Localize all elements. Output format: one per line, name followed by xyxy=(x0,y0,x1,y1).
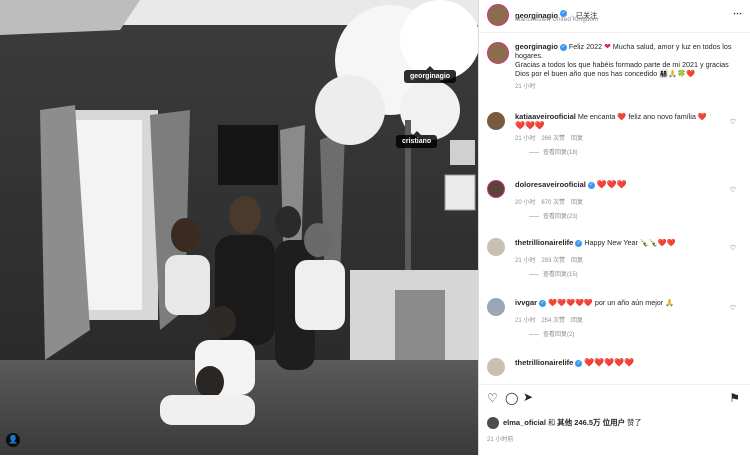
commenter-avatar[interactable] xyxy=(487,180,505,198)
caption: georginagio ✓ Feliz 2022 ❤ Mucha salud, a… xyxy=(487,42,742,90)
view-replies-button[interactable]: 查看回复(23) xyxy=(529,211,742,220)
verified-badge-icon: ✓ xyxy=(587,181,595,189)
comment-likes[interactable]: 293 次赞 xyxy=(541,258,565,264)
commenter-username[interactable]: ivvgar xyxy=(515,298,537,307)
commenter-avatar[interactable] xyxy=(487,238,505,256)
comment-text: Me encanta ❤️ feliz ano novo família ❤️ xyxy=(577,112,707,121)
liker-avatar[interactable] xyxy=(487,417,499,429)
view-replies-button[interactable]: 查看回复(18) xyxy=(529,147,742,156)
commenter-avatar[interactable] xyxy=(487,358,505,376)
comment-time: 20 小时 xyxy=(515,200,536,206)
likes-count[interactable]: 其他 246.5万 位用户 xyxy=(557,418,625,427)
user-tag-icon[interactable]: 👤 xyxy=(6,433,20,447)
comment-text: ❤️❤️❤️❤️❤️ por un año aún mejor 🙏 xyxy=(548,298,675,307)
comment-item: ivvgar ✓ ❤️❤️❤️❤️❤️ por un año aún mejor … xyxy=(487,298,742,338)
commenter-username[interactable]: thetrillionairelife xyxy=(515,238,573,247)
reply-button[interactable]: 回复 xyxy=(571,200,583,206)
comment-time: 21 小时 xyxy=(515,258,536,264)
verified-badge-icon: ✓ xyxy=(539,299,547,307)
liker-username[interactable]: elma_oficial xyxy=(503,418,546,427)
comment-item: doloresaveirooficial ✓ ❤️❤️❤️ 20 小时 670 次赞… xyxy=(487,180,742,220)
post-location[interactable]: Manchester, United Kingdom xyxy=(515,16,598,23)
comment-item: thetrillionairelife ✓ Happy New Year 🍾🍾❤️… xyxy=(487,238,742,278)
heart-icon[interactable]: ♡ xyxy=(730,186,736,194)
caption-date: Feliz 2022 xyxy=(568,42,603,51)
view-replies-button[interactable]: 查看回复(2) xyxy=(529,329,742,338)
comment-time: 21 小时 xyxy=(515,136,536,142)
comment-text: ❤️❤️❤️❤️❤️ xyxy=(584,358,635,367)
bookmark-icon[interactable]: ⚑ xyxy=(729,391,740,405)
post-header: georginagio ✓ · 已关注 Manchester, United Ki… xyxy=(479,0,750,33)
comment-text: Happy New Year 🍾🍾❤️❤️ xyxy=(584,238,676,247)
verified-badge-icon: ✓ xyxy=(559,43,567,51)
commenter-username[interactable]: thetrillionairelife xyxy=(515,358,573,367)
reply-button[interactable]: 回复 xyxy=(571,258,583,264)
heart-icon[interactable]: ♡ xyxy=(730,304,736,312)
caption-time: 21 小时 xyxy=(515,84,536,90)
heart-icon[interactable]: ♡ xyxy=(730,118,736,126)
caption-emoji: 👨‍👩‍👧‍👦🙏🍀❤️ xyxy=(659,69,696,78)
likes-summary: elma_oficial 和 其他 246.5万 位用户 赞了 xyxy=(503,418,641,427)
comment-item: thetrillionairelife ✓ ❤️❤️❤️❤️❤️ xyxy=(487,358,742,376)
comment-likes[interactable]: 254 次赞 xyxy=(541,318,565,324)
verified-badge-icon: ✓ xyxy=(575,239,583,247)
comment-extra: ❤️❤️❤️ xyxy=(515,121,545,130)
share-icon[interactable]: ➤ xyxy=(523,390,533,404)
heart-icon[interactable]: ♡ xyxy=(487,391,498,405)
commenter-username[interactable]: katiaaveirooficial xyxy=(515,112,576,121)
post-sidebar: georginagio ✓ · 已关注 Manchester, United Ki… xyxy=(478,0,750,455)
post-photo[interactable]: georginagio cristiano 👤 xyxy=(0,0,478,455)
verified-badge-icon: ✓ xyxy=(575,359,583,367)
view-replies-button[interactable]: 查看回复(15) xyxy=(529,269,742,278)
comment-likes[interactable]: 266 次赞 xyxy=(541,136,565,142)
caption-line2: Gracias a todos los que habéis formado p… xyxy=(515,60,729,78)
photo-graphic xyxy=(0,0,478,455)
comment-time: 21 小时 xyxy=(515,318,536,324)
reply-button[interactable]: 回复 xyxy=(571,136,583,142)
caption-username[interactable]: georginagio xyxy=(515,42,558,51)
author-avatar[interactable] xyxy=(487,4,509,26)
comment-item: katiaaveirooficial Me encanta ❤️ feliz a… xyxy=(487,112,742,156)
likes-suffix: 赞了 xyxy=(625,418,642,427)
reply-button[interactable]: 回复 xyxy=(571,318,583,324)
heart-icon[interactable]: ♡ xyxy=(730,244,736,252)
commenter-avatar[interactable] xyxy=(487,298,505,316)
likes-connector: 和 xyxy=(545,418,558,427)
photo-tag-georginagio[interactable]: georginagio xyxy=(404,66,457,83)
action-bar: ♡ ◯ ➤ ⚑ elma_oficial 和 其他 246.5万 位用户 赞了 … xyxy=(479,384,750,456)
photo-tag-cristiano[interactable]: cristiano xyxy=(396,131,438,148)
comment-likes[interactable]: 670 次赞 xyxy=(541,200,565,206)
caption-avatar[interactable] xyxy=(487,42,509,64)
more-icon[interactable]: ⋯ xyxy=(733,8,742,19)
post-time: 21 小时前 xyxy=(487,437,514,443)
comment-text: ❤️❤️❤️ xyxy=(596,180,627,189)
comment-icon[interactable]: ◯ xyxy=(505,391,518,405)
commenter-avatar[interactable] xyxy=(487,112,505,130)
commenter-username[interactable]: doloresaveirooficial xyxy=(515,180,586,189)
